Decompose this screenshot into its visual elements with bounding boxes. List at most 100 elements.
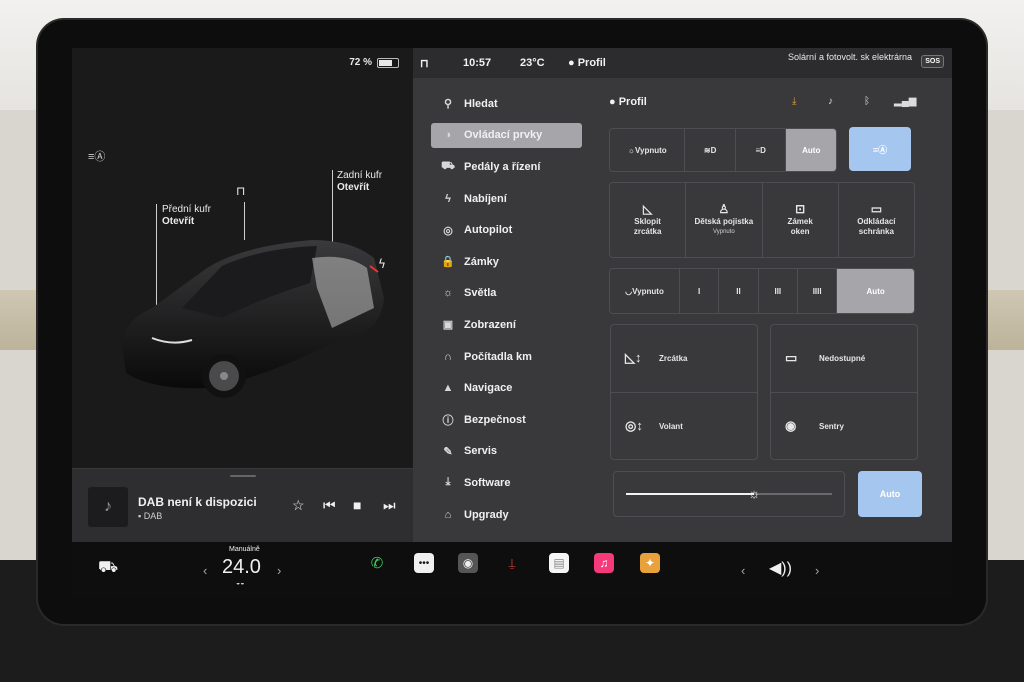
camera-app-icon[interactable]: ◉ bbox=[458, 553, 478, 573]
tile-label1: Zámek bbox=[787, 216, 813, 226]
rear-trunk-control[interactable]: Zadní kufr Otevřít bbox=[337, 170, 382, 194]
menu-item-0[interactable]: ⚲ Hledat bbox=[413, 88, 588, 120]
profile-header[interactable]: ● Profil bbox=[609, 96, 647, 108]
media-drag-handle[interactable] bbox=[230, 475, 256, 477]
auto-high-beam-button[interactable]: ≡Ⓐ bbox=[849, 127, 911, 171]
parking-lights-option[interactable]: ≋D bbox=[685, 129, 736, 171]
next-track-icon[interactable]: ⏭ bbox=[383, 497, 396, 514]
menu-item-5[interactable]: 🔒 Zámky bbox=[413, 246, 588, 278]
menu-item-3[interactable]: ϟ Nabíjení bbox=[413, 183, 588, 215]
download-update-icon[interactable]: ⤓ bbox=[792, 96, 796, 107]
bell-icon[interactable]: ♪ bbox=[828, 96, 833, 107]
lights-auto-option[interactable]: Auto bbox=[786, 129, 836, 171]
sos-button[interactable]: SOS bbox=[921, 55, 944, 68]
option-label: Auto bbox=[866, 286, 885, 296]
low-beam-option[interactable]: ≡D bbox=[736, 129, 787, 171]
brightness-slider[interactable]: ☼ bbox=[626, 485, 832, 501]
unlock-icon[interactable]: ⊓ bbox=[236, 184, 245, 198]
front-trunk-open-button[interactable]: Otevřít bbox=[162, 216, 211, 228]
wiper-option-2[interactable]: II bbox=[719, 269, 759, 313]
sentry-icon: ◉ bbox=[785, 418, 797, 433]
sentry-mode-button[interactable]: ◉ Sentry bbox=[771, 393, 917, 459]
volume-down-arrow[interactable]: ‹ bbox=[741, 563, 745, 578]
odometer-icon: ∩ bbox=[444, 350, 452, 363]
bluetooth-icon[interactable]: ᛒ bbox=[864, 96, 870, 107]
headlight-icon: ≡D bbox=[755, 145, 766, 155]
headlight-icon: ☼ bbox=[627, 145, 635, 155]
unavailable-label: Nedostupné bbox=[819, 353, 866, 363]
menu-item-1[interactable]: ◑ Ovládací prvky bbox=[413, 120, 588, 152]
menu-item-label: Pedály a řízení bbox=[464, 160, 541, 173]
unavailable-button[interactable]: ▭ Nedostupné bbox=[771, 325, 917, 391]
joystick-icon[interactable]: ⍊ bbox=[502, 553, 522, 573]
wiper-option-5[interactable]: Auto bbox=[837, 269, 914, 313]
media-player: ♪ DAB není k dispozici ▪ DAB ☆ ⏮ ■ ⏭ bbox=[72, 468, 413, 543]
wiper-option-4[interactable]: IIII bbox=[798, 269, 838, 313]
menu-item-2[interactable]: ⛟ Pedály a řízení bbox=[413, 151, 588, 183]
calendar-icon[interactable]: ▤ bbox=[549, 553, 569, 573]
music-app-icon[interactable]: ♫ bbox=[594, 553, 614, 573]
menu-item-4[interactable]: ◎ Autopilot bbox=[413, 214, 588, 246]
toybox-icon[interactable]: ✦ bbox=[640, 553, 660, 573]
temp-down-arrow[interactable]: ‹ bbox=[203, 563, 207, 578]
steering-wheel-icon: ◎ bbox=[443, 224, 453, 237]
wiper-option-3[interactable]: III bbox=[759, 269, 798, 313]
speaker-icon[interactable]: ◀)) bbox=[769, 558, 792, 578]
wrench-icon: ✎ bbox=[443, 445, 453, 458]
rear-trunk-title: Zadní kufr bbox=[337, 170, 383, 181]
album-art: ♪ bbox=[88, 487, 128, 527]
more-apps-icon[interactable]: ••• bbox=[414, 553, 434, 573]
brightness-fill bbox=[626, 493, 754, 495]
option-label: I bbox=[698, 286, 701, 296]
front-trunk-control[interactable]: Přední kufr Otevřít bbox=[162, 204, 211, 228]
child-lock-button[interactable]: ♙ Dětská pojistka Vypnuto bbox=[686, 183, 763, 257]
menu-item-6[interactable]: ☼ Světla bbox=[413, 278, 588, 310]
child-lock-icon: ♙ bbox=[718, 201, 730, 216]
volume-up-arrow[interactable]: › bbox=[815, 563, 819, 578]
brightness-sun-icon[interactable]: ☼ bbox=[748, 485, 761, 501]
sentry-label: Sentry bbox=[819, 421, 844, 431]
lock-icon: 🔒 bbox=[441, 256, 455, 269]
toggle-icon: ◑ bbox=[444, 129, 452, 142]
menu-item-11[interactable]: ✎ Servis bbox=[413, 436, 588, 468]
phone-icon[interactable]: ✆ bbox=[367, 553, 387, 573]
mirrors-adjust-button[interactable]: ◺↕ Zrcátka bbox=[611, 325, 757, 391]
headlights-selector: ☼ Vypnuto ≋D ≡D Auto bbox=[609, 128, 837, 172]
status-profile[interactable]: ● Profil bbox=[568, 57, 606, 69]
search-icon: ⚲ bbox=[443, 98, 453, 111]
car-model-image: ϟ bbox=[121, 240, 386, 398]
menu-item-label: Nabíjení bbox=[464, 192, 507, 205]
person-icon: ● bbox=[609, 96, 619, 108]
rear-trunk-open-button[interactable]: Otevřít bbox=[337, 182, 382, 194]
temp-up-arrow[interactable]: › bbox=[277, 563, 281, 578]
previous-track-icon[interactable]: ⏮ bbox=[323, 497, 336, 514]
headlight-icon: ≋D bbox=[703, 145, 717, 155]
car-visualization-panel: 72 % ≡Ⓐ Přední kufr Otevřít Zadní kufr O… bbox=[72, 48, 413, 543]
lights-off-option[interactable]: ☼ Vypnuto bbox=[610, 129, 686, 171]
car-icon: ⛟ bbox=[441, 159, 455, 172]
menu-item-9[interactable]: ▲ Navigace bbox=[413, 372, 588, 404]
wiper-option-0[interactable]: ◡ Vypnuto bbox=[610, 269, 680, 313]
extra-controls: ▭ Nedostupné ◉ Sentry bbox=[770, 324, 918, 460]
battery-fill bbox=[379, 59, 392, 66]
option-label: Vypnuto bbox=[632, 286, 664, 296]
car-icon[interactable]: ⛟ bbox=[98, 558, 118, 578]
wiper-selector: ◡ Vypnuto I II III IIII Auto bbox=[609, 268, 915, 314]
favorite-star-icon[interactable]: ☆ bbox=[292, 497, 305, 514]
menu-item-13[interactable]: ⌂ Upgrady bbox=[413, 499, 588, 531]
menu-item-7[interactable]: ▣ Zobrazení bbox=[413, 309, 588, 341]
cabin-temperature[interactable]: 24.0 bbox=[222, 556, 261, 579]
fold-mirrors-button[interactable]: ◺ Sklopit zrcátka bbox=[610, 183, 687, 257]
menu-item-12[interactable]: ⤓ Software bbox=[413, 467, 588, 499]
unlock-status-icon[interactable]: ⊓ bbox=[420, 57, 429, 70]
menu-item-10[interactable]: ⓘ Bezpečnost bbox=[413, 404, 588, 436]
stop-icon[interactable]: ■ bbox=[353, 497, 361, 513]
brightness-auto-button[interactable]: Auto bbox=[858, 471, 922, 517]
steering-adjust-button[interactable]: ◎↕ Volant bbox=[611, 393, 757, 459]
adjust-controls: ◺↕ Zrcátka ◎↕ Volant bbox=[610, 324, 758, 460]
window-lock-button[interactable]: ⊡ Zámek oken bbox=[763, 183, 839, 257]
lte-signal-icon: ▂▄▆ bbox=[894, 96, 917, 107]
menu-item-8[interactable]: ∩ Počítadla km bbox=[413, 341, 588, 373]
wiper-option-1[interactable]: I bbox=[680, 269, 720, 313]
glovebox-button[interactable]: ▭ Odkládací schránka bbox=[839, 183, 914, 257]
